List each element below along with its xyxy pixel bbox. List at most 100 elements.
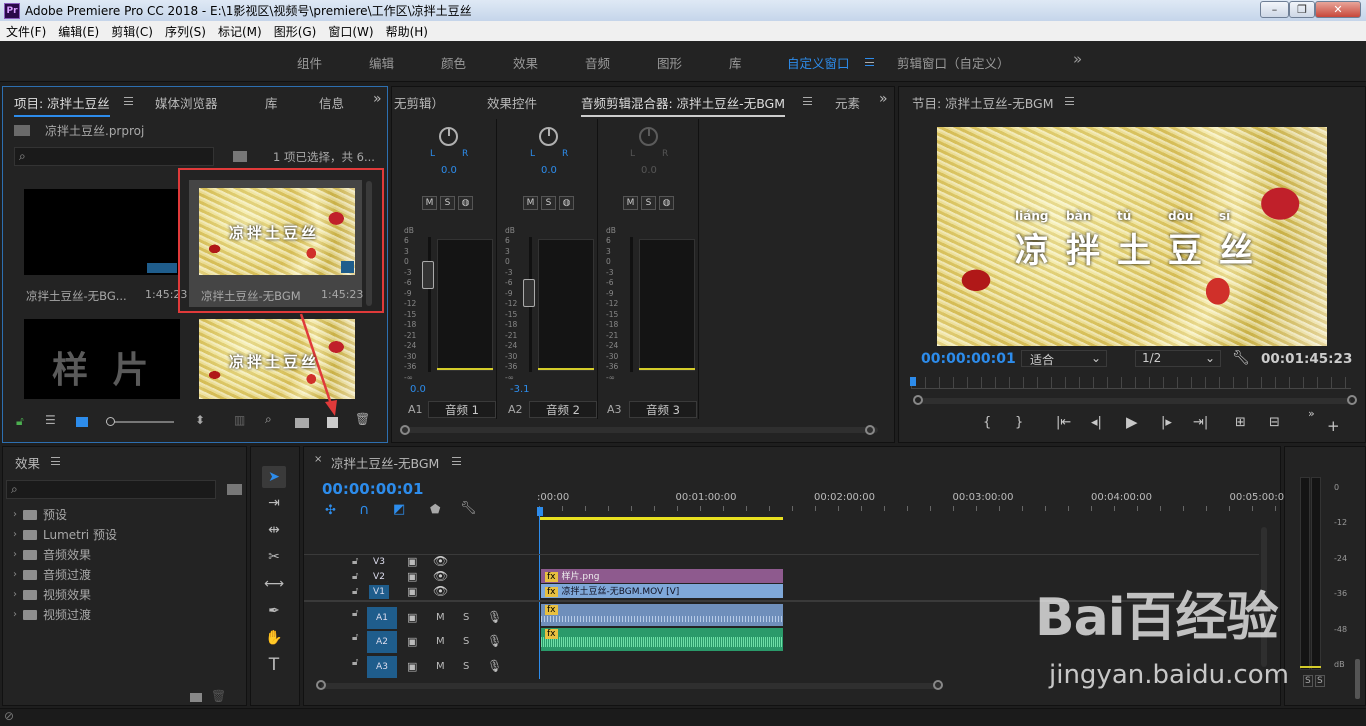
record-button-a2[interactable]: ◍ [559,196,574,210]
mute-track-button[interactable]: M [436,612,445,623]
mark-in-icon[interactable]: { [983,415,991,430]
track-label-v2[interactable]: V2 [369,570,389,584]
solo-button-a3[interactable]: S [641,196,656,210]
solo-left-button[interactable]: S [1303,675,1313,687]
workspace-color[interactable]: 颜色 [441,53,466,72]
program-ruler[interactable] [911,377,1351,389]
chevron-right-icon[interactable]: › [13,549,17,560]
ripple-edit-tool-icon[interactable]: ⇹ [262,519,286,541]
timeline-scroll-left[interactable] [316,680,326,690]
track-lock-icon[interactable]: 🔓︎ [352,556,358,567]
menu-edit[interactable]: 编辑(E) [58,23,99,40]
timeline-settings-icon[interactable]: 🔧︎ [460,501,477,516]
track-label-a2[interactable]: A2 [367,631,397,653]
track-output-icon[interactable]: ▣ [407,555,417,568]
track-label-v1[interactable]: V1 [369,585,389,599]
menu-marker[interactable]: 标记(M) [218,23,262,40]
pan-value-a1[interactable]: 0.0 [441,165,457,176]
panel-overflow-icon[interactable]: » [373,91,382,107]
menu-sequence[interactable]: 序列(S) [165,23,206,40]
automate-icon[interactable]: ▥ [234,413,245,427]
fader-value-a1[interactable]: 0.0 [410,384,426,395]
timeline-tab[interactable]: 凉拌土豆丝-无BGM [331,453,439,472]
chevron-right-icon[interactable]: › [13,529,17,540]
slip-tool-icon[interactable]: ⟷ [262,573,286,595]
mute-button-a1[interactable]: M [422,196,437,210]
workspace-clip-custom[interactable]: 剪辑窗口（自定义） [897,53,1010,72]
track-lock-icon[interactable]: 🔓︎ [352,632,358,643]
workspace-editing[interactable]: 编辑 [369,53,394,72]
microphone-icon[interactable]: 🎙︎ [487,634,502,648]
menu-graphics[interactable]: 图形(G) [274,23,317,40]
mute-button-a3[interactable]: M [623,196,638,210]
new-preset-bin-icon[interactable] [227,484,242,495]
linked-selection-icon[interactable]: ∩ [359,502,369,518]
marker-icon[interactable]: ⬟ [430,502,440,516]
chevron-right-icon[interactable]: › [13,509,17,520]
timeline-vscroll[interactable] [1261,527,1267,667]
mute-button-a2[interactable]: M [523,196,538,210]
mark-out-icon[interactable]: } [1015,415,1023,430]
pan-knob-a3[interactable] [639,127,658,146]
chevron-right-icon[interactable]: › [13,569,17,580]
icon-view-icon[interactable] [76,417,88,427]
lift-icon[interactable]: ⊞ [1235,415,1246,430]
clip-a1-audio[interactable]: fx [541,604,783,626]
project-scrollbar[interactable] [366,181,372,306]
type-tool-icon[interactable]: T [262,654,286,676]
record-button-a3[interactable]: ◍ [659,196,674,210]
mixer-scrollbar[interactable] [400,427,878,433]
trash-icon[interactable]: 🗑︎ [355,412,370,426]
tab-project[interactable]: 项目: 凉拌土豆丝 [14,93,110,117]
close-button[interactable]: ✕ [1315,1,1361,18]
effects-tree-item[interactable]: › 视频过渡 [13,606,91,623]
playhead-handle[interactable] [537,507,543,516]
solo-track-button[interactable]: S [463,661,469,672]
solo-track-button[interactable]: S [463,636,469,647]
chevron-right-icon[interactable]: › [13,609,17,620]
track-label-v3[interactable]: V3 [369,555,389,569]
workspace-menu-icon[interactable] [865,58,874,66]
timeline-ruler[interactable]: :00:00 00:01:00:00 00:02:00:00 00:03:00:00 0… [537,490,1345,512]
fader-value-a2[interactable]: -3.1 [510,384,530,395]
effects-tree-item[interactable]: › 预设 [13,506,67,523]
solo-right-button[interactable]: S [1315,675,1325,687]
tab-info[interactable]: 信息 [319,93,344,112]
timeline-menu-icon[interactable] [452,457,461,465]
project-menu-icon[interactable] [124,97,133,105]
sort-icon[interactable]: ⬍ [195,413,205,427]
menu-help[interactable]: 帮助(H) [386,23,428,40]
timeline-close-icon[interactable]: × [314,454,322,465]
zoom-slider-handle[interactable] [106,417,115,426]
fader-handle-a2[interactable] [523,279,535,307]
workspace-audio[interactable]: 音频 [585,53,610,72]
maximize-button[interactable]: ❐ [1289,1,1315,18]
workspace-effects[interactable]: 效果 [513,53,538,72]
effects-search-input[interactable]: ⌕ [6,480,216,499]
play-icon[interactable]: ▶ [1126,413,1138,431]
timeline-scrollbar[interactable] [321,683,941,689]
lock-icon[interactable]: 🔓︎ [16,414,24,429]
hand-tool-icon[interactable]: ✋ [262,627,286,649]
extract-icon[interactable]: ⊟ [1269,415,1280,430]
fit-dropdown[interactable]: 适合 ⌄ [1021,350,1107,367]
track-output-icon[interactable]: ▣ [407,635,417,648]
pan-value-a2[interactable]: 0.0 [541,165,557,176]
controls-overflow-icon[interactable]: » [1308,407,1315,420]
tab-no-clip[interactable]: 无剪辑） [394,93,444,112]
find-icon[interactable]: ⌕ [265,412,272,427]
zoom-slider[interactable] [106,421,174,423]
eye-icon[interactable]: 👁︎ [433,584,448,598]
pen-tool-icon[interactable]: ✒ [262,600,286,622]
resolution-dropdown[interactable]: 1/2 ⌄ [1135,350,1221,367]
list-view-icon[interactable]: ☰ [45,413,56,427]
track-lock-icon[interactable]: 🔓︎ [352,571,358,582]
go-to-out-icon[interactable]: ⇥| [1193,415,1208,430]
track-lock-icon[interactable]: 🔓︎ [352,608,358,619]
step-back-icon[interactable]: ◂| [1091,415,1102,430]
clip-v2-still[interactable]: fx 样片.png [541,569,783,583]
track-select-tool-icon[interactable]: ⇥ [262,492,286,514]
meter-scrollbar[interactable] [1355,659,1360,699]
channel-name-a2[interactable]: 音频 2 [529,401,597,418]
add-marker-icon[interactable]: ◩ [393,502,405,517]
